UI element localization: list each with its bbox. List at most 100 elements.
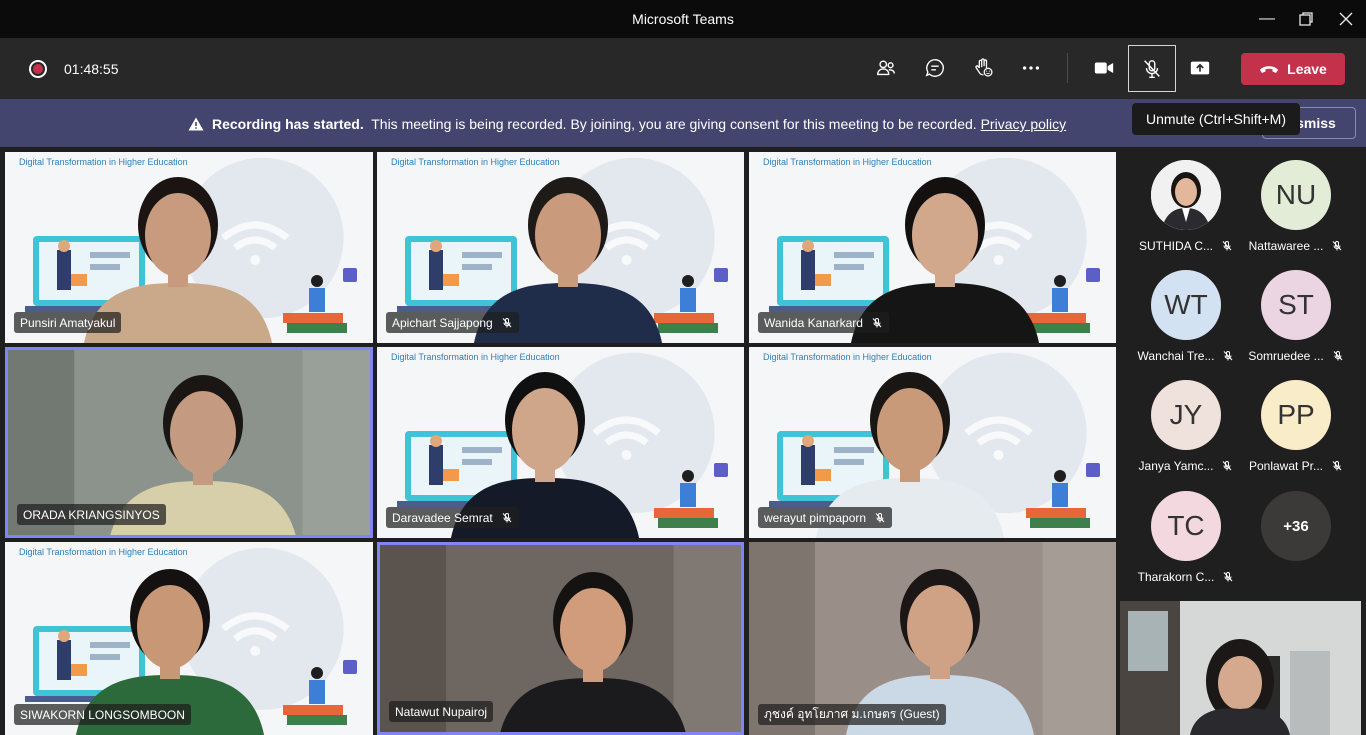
share-screen-button[interactable] xyxy=(1182,50,1218,86)
mic-muted-icon xyxy=(502,317,512,327)
self-view-video[interactable] xyxy=(1120,601,1361,735)
roster-name: Janya Yamc... xyxy=(1138,459,1214,473)
more-icon xyxy=(1022,66,1040,70)
minimize-icon[interactable]: — xyxy=(1247,0,1287,38)
camera-button[interactable] xyxy=(1086,50,1122,86)
slide-heading: Digital Transformation in Higher Educati… xyxy=(391,157,560,167)
warning-icon xyxy=(188,117,204,131)
video-tile[interactable]: Digital Transformation in Higher Educati… xyxy=(5,542,373,735)
raise-hand-icon xyxy=(975,58,993,77)
participant-name: Apichart Sajjapong xyxy=(392,315,493,330)
close-icon[interactable] xyxy=(1326,0,1366,38)
participant-name: Daravadee Semrat xyxy=(392,510,493,525)
roster-name-row: Somruedee ... xyxy=(1241,349,1351,363)
participant-name: Wanida Kanarkard xyxy=(764,315,863,330)
roster-participant[interactable]: NU Nattawaree ... xyxy=(1241,160,1351,260)
meeting-timer: 01:48:55 xyxy=(64,61,119,77)
slide-heading: Digital Transformation in Higher Educati… xyxy=(763,352,932,362)
participant-name: Natawut Nupairoj xyxy=(395,704,488,719)
participant-name-label: Wanida Kanarkard xyxy=(758,312,889,333)
roster-name: Tharakorn C... xyxy=(1137,570,1215,584)
video-tile[interactable]: ภุชงค์ อุทโยภาศ ม.เกษตร (Guest) xyxy=(749,542,1116,735)
people-icon xyxy=(877,60,895,76)
video-tile[interactable]: Digital Transformation in Higher Educati… xyxy=(749,152,1116,343)
roster-participant[interactable]: PP Ponlawat Pr... xyxy=(1241,380,1351,480)
participant-name: SIWAKORN LONGSOMBOON xyxy=(20,707,185,722)
roster-participant[interactable]: JY Janya Yamc... xyxy=(1131,380,1241,480)
participant-name-label: Daravadee Semrat xyxy=(386,507,519,528)
participant-name-label: SIWAKORN LONGSOMBOON xyxy=(14,704,191,725)
avatar: PP xyxy=(1261,380,1331,450)
mic-muted-icon xyxy=(1223,572,1233,582)
participant-name: ภุชงค์ อุทโยภาศ ม.เกษตร (Guest) xyxy=(764,707,940,721)
roster-name-row: SUTHIDA C... xyxy=(1131,239,1241,253)
recording-title: Recording has started. xyxy=(212,116,364,132)
video-tile[interactable]: Digital Transformation in Higher Educati… xyxy=(5,152,373,343)
video-tile[interactable]: ORADA KRIANGSINYOS xyxy=(5,347,373,538)
avatar xyxy=(1151,160,1221,230)
roster-participant[interactable]: ST Somruedee ... xyxy=(1241,270,1351,370)
mic-muted-icon xyxy=(1332,241,1342,251)
video-tile[interactable]: Digital Transformation in Higher Educati… xyxy=(377,347,744,538)
mic-muted-icon xyxy=(1224,351,1233,361)
mic-muted-icon xyxy=(1223,461,1232,471)
hang-up-icon xyxy=(1260,66,1279,73)
roster-participant[interactable]: SUTHIDA C... xyxy=(1131,160,1241,260)
avatar-initials: PP xyxy=(1277,399,1315,430)
avatar: JY xyxy=(1151,380,1221,450)
slide-heading: Digital Transformation in Higher Educati… xyxy=(19,547,188,557)
unmute-tooltip: Unmute (Ctrl+Shift+M) xyxy=(1132,103,1300,135)
avatar: WT xyxy=(1151,270,1221,340)
mic-muted-icon xyxy=(1333,351,1343,361)
mic-muted-icon xyxy=(502,512,512,522)
roster-participant[interactable]: TC Tharakorn C... xyxy=(1131,491,1241,591)
avatar: ST xyxy=(1261,270,1331,340)
more-participants-button[interactable]: +36 xyxy=(1261,491,1331,561)
recording-message: Recording has started. This meeting is b… xyxy=(188,116,1066,132)
chat-button[interactable] xyxy=(917,50,953,86)
avatar-initials: +36 xyxy=(1283,517,1309,535)
video-tile[interactable]: Digital Transformation in Higher Educati… xyxy=(377,152,744,343)
self-view-image xyxy=(1120,601,1361,735)
video-tile[interactable]: Natawut Nupairoj xyxy=(377,542,744,735)
roster-name: Ponlawat Pr... xyxy=(1248,459,1324,473)
slide-heading: Digital Transformation in Higher Educati… xyxy=(391,352,560,362)
participant-name-label: ORADA KRIANGSINYOS xyxy=(17,504,166,525)
more-actions-button[interactable] xyxy=(1013,50,1049,86)
meeting-toolbar: 01:48:55 Leave xyxy=(0,38,1366,99)
slide-heading: Digital Transformation in Higher Educati… xyxy=(763,157,932,167)
participant-name-label: Natawut Nupairoj xyxy=(389,701,494,722)
mic-muted-icon xyxy=(1222,241,1232,251)
slide-heading: Digital Transformation in Higher Educati… xyxy=(19,157,188,167)
roster-name-row: Janya Yamc... xyxy=(1131,459,1241,473)
leave-button[interactable]: Leave xyxy=(1241,53,1345,85)
avatar-initials: JY xyxy=(1169,399,1203,430)
chat-icon xyxy=(925,59,944,77)
video-tile[interactable]: Digital Transformation in Higher Educati… xyxy=(749,347,1116,538)
mic-muted-icon xyxy=(1332,461,1342,471)
roster-name: Nattawaree ... xyxy=(1248,239,1324,253)
teams-meeting-window: Microsoft Teams — 01:48:55 Leave Recordi… xyxy=(0,0,1366,735)
mic-toggle-button[interactable] xyxy=(1128,45,1176,92)
mic-muted-icon xyxy=(872,317,882,327)
share-icon xyxy=(1190,61,1210,75)
roster-name-row: Tharakorn C... xyxy=(1131,570,1241,584)
participants-button[interactable] xyxy=(868,50,904,86)
avatar-initials: ST xyxy=(1278,289,1314,320)
participant-name-label: Punsiri Amatyakul xyxy=(14,312,122,333)
roster-participant[interactable]: +36 xyxy=(1241,491,1351,591)
leave-label: Leave xyxy=(1287,61,1327,77)
roster-name-row: Nattawaree ... xyxy=(1241,239,1351,253)
avatar: TC xyxy=(1151,491,1221,561)
avatar-initials: TC xyxy=(1167,510,1205,541)
maximize-icon[interactable] xyxy=(1286,0,1326,38)
roster-participant[interactable]: WT Wanchai Tre... xyxy=(1131,270,1241,370)
roster-name: Somruedee ... xyxy=(1248,349,1324,363)
roster-name-row: Wanchai Tre... xyxy=(1131,349,1241,363)
camera-icon xyxy=(1094,62,1114,74)
reactions-button[interactable] xyxy=(965,50,1001,86)
avatar: NU xyxy=(1261,160,1331,230)
privacy-policy-link[interactable]: Privacy policy xyxy=(981,116,1067,132)
participant-name: ORADA KRIANGSINYOS xyxy=(23,507,160,522)
participant-name-label: werayut pimpaporn xyxy=(758,507,893,528)
